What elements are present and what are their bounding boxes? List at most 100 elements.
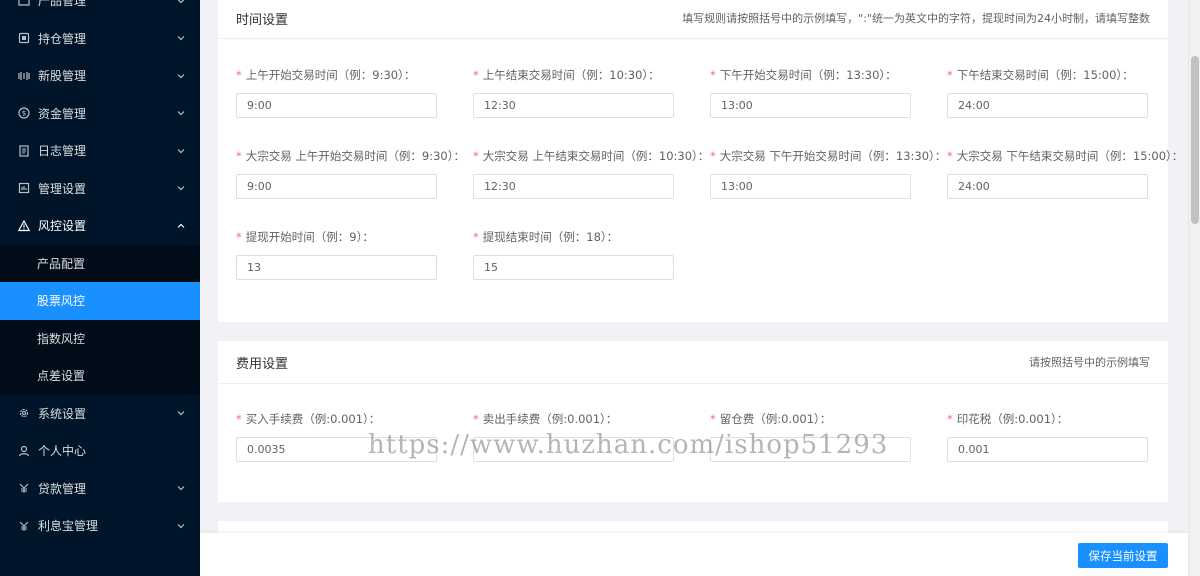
required-asterisk: * [947, 412, 953, 426]
sidebar-item-label: 个人中心 [38, 444, 87, 459]
sidebar-item-label: 利息宝管理 [38, 519, 99, 534]
required-asterisk: * [473, 412, 479, 426]
required-asterisk: * [710, 68, 716, 82]
footer-bar: 保存当前设置 [200, 533, 1188, 576]
form-field: * 提现开始时间（例：9）： [236, 229, 466, 280]
sidebar-item-label: 贷款管理 [38, 481, 87, 496]
sidebar-item-position[interactable]: 持仓管理 [0, 20, 200, 58]
admin-icon [18, 182, 30, 194]
user-icon [18, 445, 30, 457]
form-field: * 大宗交易 下午开始交易时间（例：13:30）： [710, 148, 947, 199]
time-settings-card: 时间设置 填写规则请按照括号中的示例填写，":"统一为英文中的字符，提现时间为2… [218, 0, 1183, 322]
card-header: 费用设置 请按照括号中的示例填写 [218, 341, 1168, 384]
sidebar-item-label: 风控设置 [38, 219, 87, 234]
block-am-end-input[interactable] [473, 174, 674, 199]
card-hint: 填写规则请按照括号中的示例填写，":"统一为英文中的字符，提现时间为24小时制，… [682, 12, 1150, 25]
chevron-down-icon [177, 186, 185, 191]
field-label: * 大宗交易 下午开始交易时间（例：13:30）： [710, 149, 947, 163]
chevron-down-icon [177, 111, 185, 116]
pm-end-input[interactable] [947, 93, 1148, 118]
submenu-item-stock-risk[interactable]: 股票风控 [0, 282, 200, 320]
sidebar-item-label: 新股管理 [38, 69, 87, 84]
field-label: * 大宗交易 下午结束交易时间（例：15:00）： [947, 149, 1184, 163]
sidebar-item-product[interactable]: 产品管理 [0, 0, 200, 20]
interest-icon [18, 520, 30, 532]
field-label: * 下午开始交易时间（例：13:30）： [710, 68, 897, 82]
required-asterisk: * [236, 412, 242, 426]
sidebar-item-log[interactable]: 日志管理 [0, 132, 200, 170]
block-am-start-input[interactable] [236, 174, 437, 199]
field-label: * 大宗交易 上午结束交易时间（例：10:30）： [473, 149, 710, 163]
warning-icon [18, 219, 30, 232]
gear-icon [18, 407, 30, 419]
svg-text:$: $ [22, 110, 26, 118]
field-label: * 上午结束交易时间（例：10:30）： [473, 68, 660, 82]
sidebar-item-label: 日志管理 [38, 144, 87, 159]
overnight-fee-input[interactable] [710, 437, 911, 462]
buy-fee-input[interactable] [236, 437, 437, 462]
sidebar-item-interest[interactable]: 利息宝管理 [0, 507, 200, 545]
form-field: * 提现结束时间（例：18）： [473, 229, 703, 280]
form-field: * 上午结束交易时间（例：10:30）： [473, 67, 703, 118]
card-title: 时间设置 [236, 12, 289, 28]
sidebar-item-admin[interactable]: 管理设置 [0, 170, 200, 208]
sell-fee-input[interactable] [473, 437, 674, 462]
log-icon [18, 145, 30, 157]
block-pm-start-input[interactable] [710, 174, 911, 199]
required-asterisk: * [473, 230, 479, 244]
form-field: * 大宗交易 下午结束交易时间（例：15:00）： [947, 148, 1184, 199]
form-field: * 买入手续费（例:0.001）： [236, 411, 466, 462]
sidebar-item-profile[interactable]: 个人中心 [0, 432, 200, 470]
form-field: * 留仓费（例:0.001）： [710, 411, 940, 462]
field-label: * 卖出手续费（例:0.001）： [473, 412, 618, 426]
loan-icon [18, 482, 30, 494]
sidebar-item-label: 持仓管理 [38, 31, 87, 46]
field-label: * 提现开始时间（例：9）： [236, 230, 374, 244]
chevron-down-icon [177, 36, 185, 41]
sidebar-item-label: 系统设置 [38, 406, 87, 421]
sidebar-item-money[interactable]: $ 资金管理 [0, 95, 200, 133]
scrollbar[interactable] [1188, 0, 1200, 576]
am-start-input[interactable] [236, 93, 437, 118]
chevron-down-icon [177, 0, 185, 4]
sidebar-item-loan[interactable]: 贷款管理 [0, 470, 200, 508]
pm-start-input[interactable] [710, 93, 911, 118]
sidebar-item-risk[interactable]: 风控设置 [0, 207, 200, 245]
required-asterisk: * [236, 230, 242, 244]
form-field: * 卖出手续费（例:0.001）： [473, 411, 703, 462]
withdraw-start-input[interactable] [236, 255, 437, 280]
stamp-tax-input[interactable] [947, 437, 1148, 462]
chevron-down-icon [177, 523, 185, 529]
submenu-item-product-config[interactable]: 产品配置 [0, 245, 200, 283]
save-button[interactable]: 保存当前设置 [1078, 543, 1168, 568]
chevron-down-icon [177, 73, 185, 79]
submenu-item-index-risk[interactable]: 指数风控 [0, 320, 200, 358]
card-header: 时间设置 填写规则请按照括号中的示例填写，":"统一为英文中的字符，提现时间为2… [218, 0, 1168, 39]
sidebar-menu: 产品管理 持仓管理 新股管理 $ 资金管理 日志管理 管理设置 风控设置 产品配… [0, 0, 200, 545]
money-icon: $ [18, 107, 30, 119]
field-label: * 提现结束时间（例：18）： [473, 230, 619, 244]
withdraw-end-input[interactable] [473, 255, 674, 280]
sidebar-item-system[interactable]: 系统设置 [0, 395, 200, 433]
field-label: * 下午结束交易时间（例：15:00）： [947, 68, 1134, 82]
chevron-down-icon [177, 486, 185, 491]
required-asterisk: * [947, 149, 953, 163]
scrollbar-thumb[interactable] [1191, 56, 1199, 224]
submenu-item-spread[interactable]: 点差设置 [0, 357, 200, 395]
sidebar-item-label: 产品管理 [38, 0, 87, 9]
field-label: * 印花税（例:0.001）： [947, 412, 1069, 426]
sidebar-item-ipo[interactable]: 新股管理 [0, 57, 200, 95]
form-field: * 下午开始交易时间（例：13:30）： [710, 67, 940, 118]
block-pm-end-input[interactable] [947, 174, 1148, 199]
field-label: * 留仓费（例:0.001）： [710, 412, 832, 426]
card-hint: 请按照括号中的示例填写 [1029, 356, 1150, 369]
chevron-down-icon [177, 148, 185, 154]
required-asterisk: * [710, 412, 716, 426]
chevron-up-icon [177, 223, 185, 228]
form-field: * 下午结束交易时间（例：15:00）： [947, 67, 1177, 118]
field-label: * 大宗交易 上午开始交易时间（例：9:30）： [236, 149, 465, 163]
risk-submenu: 产品配置 股票风控 指数风控 点差设置 [0, 244, 200, 395]
card-title: 费用设置 [236, 356, 289, 372]
am-end-input[interactable] [473, 93, 674, 118]
form-field: * 大宗交易 上午开始交易时间（例：9:30）： [236, 148, 466, 199]
